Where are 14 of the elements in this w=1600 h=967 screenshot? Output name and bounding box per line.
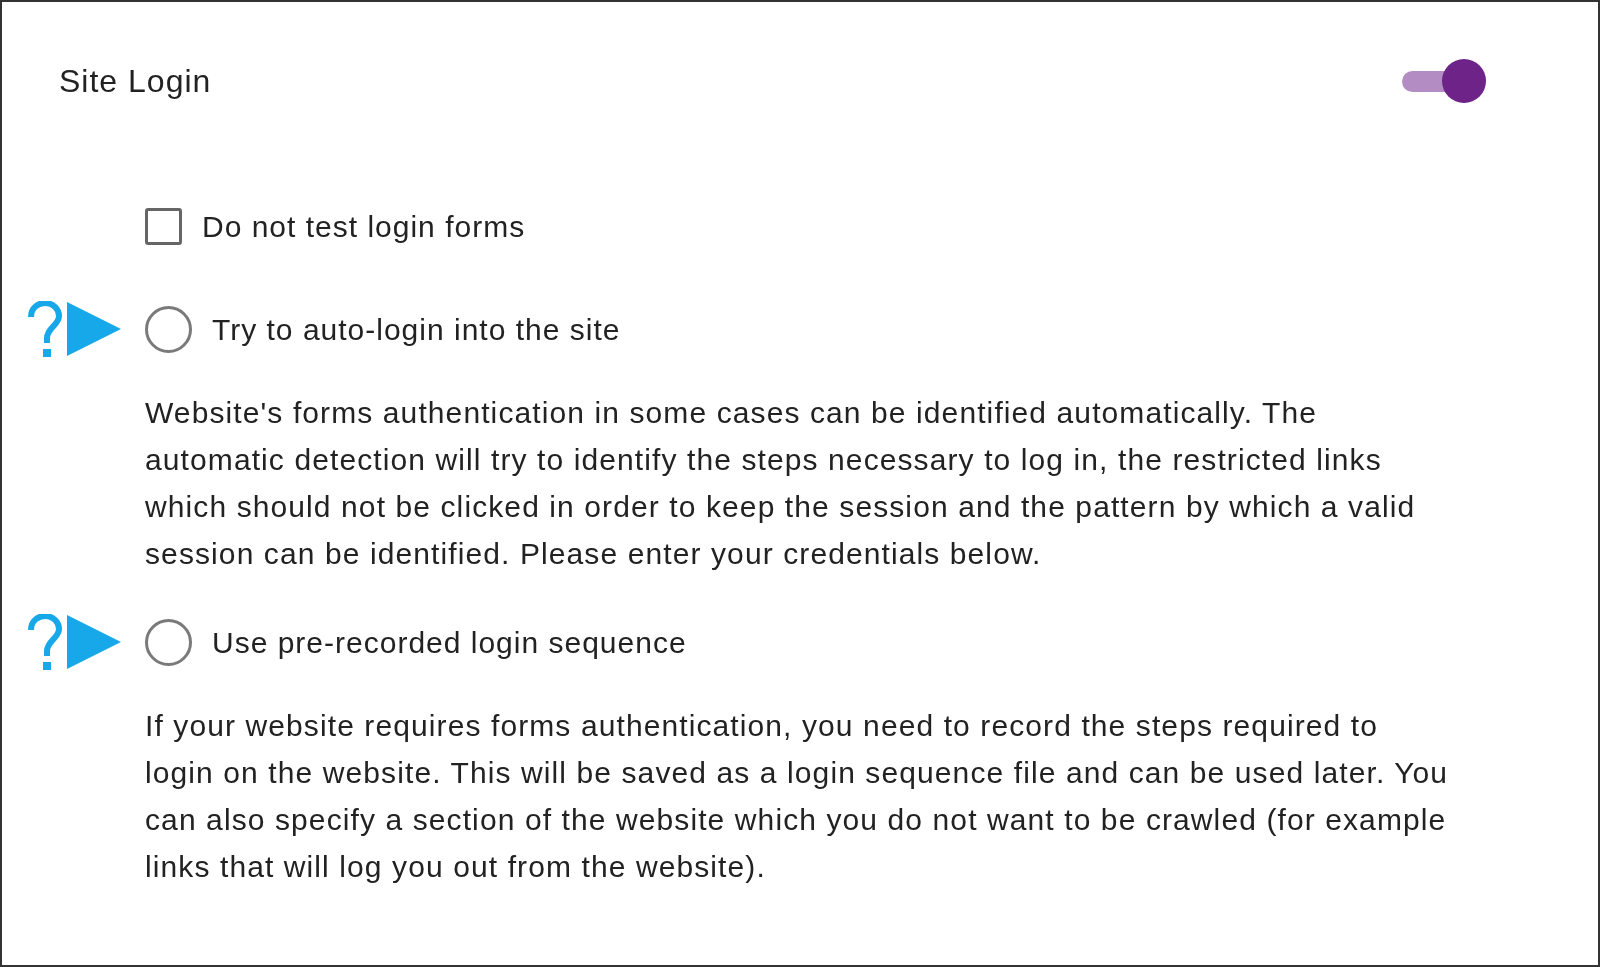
description-text: If your website requires forms authentication, you need to record the steps required to login on the website. This will be saved as a login sequence file and can be used later. You can also specify a section of the website which you do not want to be crawled (for example links that will log you out from the website). — [145, 708, 1450, 885]
play-icon[interactable] — [65, 613, 123, 671]
description-text: Website's forms authentication in some cases can be identified automatically. The automatic detection will try to identify the steps necessary to log in, the restricted links which should not be clicked in order to keep the session and the pattern by which a valid session can be identified. Please enter your credentials below. — [145, 395, 1417, 572]
toggle-switch[interactable] — [1400, 58, 1486, 104]
section-title: Site Login — [59, 62, 212, 101]
radio-label: Use pre-recorded login sequence — [212, 624, 687, 661]
radio-button[interactable] — [145, 618, 192, 666]
radio-button[interactable] — [145, 305, 192, 353]
help-icon[interactable] — [27, 614, 63, 670]
checkbox[interactable] — [145, 207, 182, 245]
checkbox-label: Do not test login forms — [202, 208, 526, 245]
radio-label: Try to auto-login into the site — [212, 311, 621, 348]
play-icon[interactable] — [65, 300, 123, 358]
help-icon[interactable] — [27, 301, 63, 357]
